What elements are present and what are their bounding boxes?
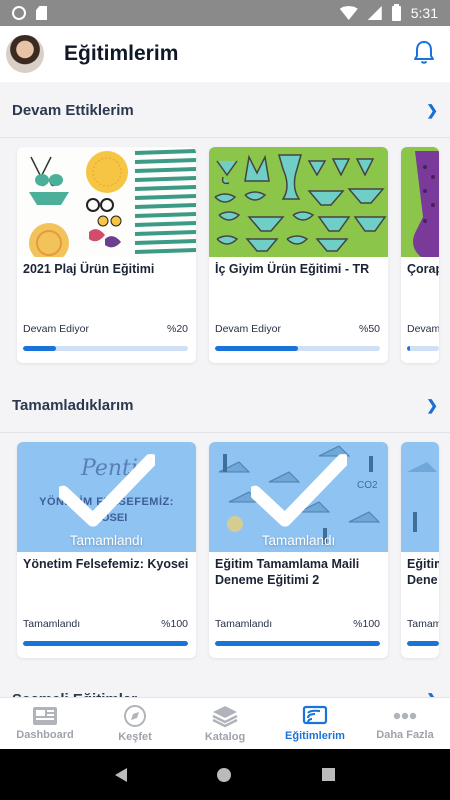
system-navigation-bar — [0, 749, 450, 800]
course-card[interactable]: 2021 Plaj Ürün Eğitimi Devam Ediyor %20 — [17, 147, 196, 363]
course-percent: %20 — [166, 323, 188, 335]
progress-bar — [407, 346, 439, 351]
nav-label: Keşfet — [118, 731, 152, 743]
layers-icon — [212, 706, 238, 728]
notification-dot-icon — [12, 6, 26, 20]
sd-card-icon — [36, 6, 47, 20]
section-completed-header[interactable]: Tamamladıklarım ❯ — [0, 379, 450, 433]
kyosei-thumbnail: Penti YÖNETİM FELSEFEMİZ: KYOSEI Tamamla… — [17, 442, 196, 552]
section-title: Devam Ettiklerim — [12, 102, 134, 119]
chevron-right-icon[interactable]: ❯ — [426, 397, 438, 414]
progress-fill — [407, 346, 411, 351]
course-percent: %100 — [161, 618, 188, 630]
compass-icon — [124, 705, 146, 727]
course-title: Çorap — [407, 262, 439, 276]
progress-bar — [215, 346, 380, 351]
nav-label: Dashboard — [16, 729, 74, 741]
progress-fill — [215, 346, 298, 351]
nav-discover[interactable]: Keşfet — [90, 698, 180, 749]
recents-icon[interactable] — [321, 768, 335, 781]
course-status-row: Tamamlandı — [407, 618, 439, 630]
course-status: Devam Ediyor — [23, 323, 89, 335]
nav-label: Katalog — [204, 731, 246, 743]
home-icon[interactable] — [217, 767, 232, 782]
signal-icon — [367, 6, 382, 20]
course-status: Tamamlandı — [215, 618, 273, 630]
nav-my-trainings[interactable]: Eğitimlerim — [270, 698, 360, 749]
course-title: Eğitim Dene — [407, 557, 439, 587]
course-card[interactable]: Çorap Devam — [401, 147, 439, 363]
co2-label: CO2 — [357, 480, 378, 491]
course-percent: %50 — [358, 323, 380, 335]
avatar[interactable] — [6, 35, 44, 73]
course-status: Tamamlandı — [23, 618, 81, 630]
course-status: Tamamlandı — [407, 618, 439, 630]
nav-dashboard[interactable]: Dashboard — [0, 698, 90, 749]
progress-bar — [23, 346, 188, 351]
nav-label: Daha Fazla — [376, 729, 434, 741]
progress-fill — [23, 641, 188, 646]
completed-cards: Penti YÖNETİM FELSEFEMİZ: KYOSEI Tamamla… — [17, 442, 439, 658]
environment-thumbnail: CO2 Tamamlandı — [209, 442, 388, 552]
course-thumbnail — [401, 442, 439, 552]
course-status-row: Tamamlandı %100 — [23, 618, 188, 630]
course-card[interactable]: İç Giyim Ürün Eğitimi - TR Devam Ediyor … — [209, 147, 388, 363]
bottom-navigation: Dashboard Keşfet Katalog Eğitimlerim Dah… — [0, 697, 450, 749]
more-icon — [393, 712, 417, 720]
status-time: 5:31 — [410, 5, 438, 21]
course-status-row: Devam Ediyor %50 — [215, 323, 380, 335]
app-header: Eğitimlerim — [0, 26, 450, 82]
course-status-row: Devam Ediyor %20 — [23, 323, 188, 335]
cast-icon — [302, 705, 328, 725]
page-title: Eğitimlerim — [64, 42, 179, 65]
socks-products-thumbnail — [401, 147, 439, 257]
progress-fill — [215, 641, 380, 646]
course-card[interactable]: Penti YÖNETİM FELSEFEMİZ: KYOSEI Tamamla… — [17, 442, 196, 658]
course-status-row: Devam — [407, 323, 439, 335]
chevron-right-icon[interactable]: ❯ — [426, 102, 438, 119]
course-title: Eğitim Tamamlama Maili Deneme Eğitimi 2 — [215, 557, 360, 587]
back-icon[interactable] — [115, 767, 128, 782]
completed-overlay-label: Tamamlandı — [261, 533, 336, 548]
status-bar: 5:31 — [0, 0, 450, 26]
course-card[interactable]: CO2 Tamamlandı Eğitim Tamamlama Maili De… — [209, 442, 388, 658]
nav-catalog[interactable]: Katalog — [180, 698, 270, 749]
wifi-icon — [339, 6, 358, 20]
progress-fill — [23, 346, 56, 351]
progress-fill — [407, 641, 439, 646]
underwear-products-thumbnail — [209, 147, 388, 257]
checkmark-icon — [250, 454, 347, 527]
course-status-row: Tamamlandı %100 — [215, 618, 380, 630]
course-title: İç Giyim Ürün Eğitimi - TR — [215, 262, 370, 276]
course-card[interactable]: Eğitim Dene Tamamlandı — [401, 442, 439, 658]
course-percent: %100 — [353, 618, 380, 630]
course-title: 2021 Plaj Ürün Eğitimi — [23, 262, 155, 276]
nav-label: Eğitimlerim — [285, 730, 345, 742]
battery-icon — [391, 3, 401, 21]
progress-bar — [407, 641, 439, 646]
section-title: Tamamladıklarım — [12, 397, 134, 414]
bell-icon[interactable] — [412, 39, 436, 70]
course-status: Devam Ediyor — [215, 323, 281, 335]
beach-products-thumbnail — [17, 147, 196, 257]
checkmark-icon — [58, 454, 155, 527]
nav-more[interactable]: Daha Fazla — [360, 698, 450, 749]
dashboard-icon — [33, 707, 57, 725]
course-status: Devam — [407, 323, 439, 335]
progress-bar — [23, 641, 188, 646]
continuing-cards: 2021 Plaj Ürün Eğitimi Devam Ediyor %20 — [17, 147, 439, 363]
course-title: Yönetim Felsefemiz: Kyosei — [23, 557, 189, 571]
completed-overlay-label: Tamamlandı — [69, 533, 144, 548]
section-continuing-header[interactable]: Devam Ettiklerim ❯ — [0, 84, 450, 138]
progress-bar — [215, 641, 380, 646]
